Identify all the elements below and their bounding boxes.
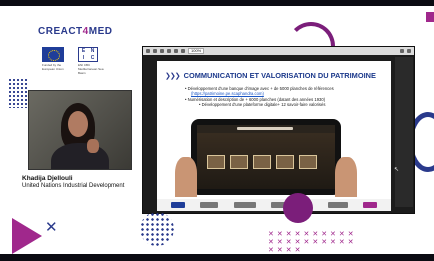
enicbc-letter: I xyxy=(82,54,85,61)
speaker-hand xyxy=(87,139,99,153)
thumbnail xyxy=(276,155,294,169)
enicbc-logo: E N I C ENI CBC Mediterranean Sea Basin xyxy=(78,47,104,75)
tablet-thumbnails xyxy=(207,155,317,169)
brand-title-part2: MED xyxy=(88,26,113,37)
tablet-hand-left xyxy=(175,157,197,197)
footer-logo xyxy=(327,202,348,208)
top-letterbox xyxy=(0,0,434,6)
enicbc-caption: ENI CBC Mediterranean Sea Basin xyxy=(78,63,104,75)
eu-caption: Funded by the European Union xyxy=(42,63,64,71)
speaker-video[interactable] xyxy=(28,90,132,170)
presentation-slide: ❯❯❯ COMMUNICATION ET VALORISATION DU PAT… xyxy=(157,61,391,211)
thumbnail xyxy=(207,155,225,169)
bullet-subitem: • Développement d'une plateforme digital… xyxy=(199,101,326,107)
footer-logo xyxy=(233,202,256,208)
eu-flag-icon xyxy=(42,47,64,62)
decor-circle-bottom xyxy=(283,193,313,223)
decor-dots-left xyxy=(8,78,28,108)
eu-logo: Funded by the European Union xyxy=(42,47,72,71)
tablet-search-bar xyxy=(237,127,293,130)
decor-x-icon: ✕ xyxy=(45,218,58,236)
comment-icon[interactable] xyxy=(407,49,411,53)
enicbc-letter: C xyxy=(90,54,95,61)
print-icon[interactable] xyxy=(160,49,164,53)
decor-square xyxy=(426,12,434,22)
speaker-face xyxy=(68,111,88,137)
meeting-frame: CREACT4MED Funded by the European Union … xyxy=(0,0,434,261)
tablet-header xyxy=(197,125,335,133)
decor-triangle xyxy=(12,218,42,254)
tablet-screen xyxy=(197,125,335,189)
tablet-hand-right xyxy=(335,157,357,197)
slide-title-row: ❯❯❯ COMMUNICATION ET VALORISATION DU PAT… xyxy=(165,71,376,80)
save-icon[interactable] xyxy=(153,49,157,53)
speaker-body xyxy=(51,143,109,169)
footer-logo-eu xyxy=(170,202,185,208)
enicbc-mark: E N I C xyxy=(78,47,98,62)
decor-dots-circle xyxy=(140,212,174,246)
footer-logo xyxy=(363,202,378,208)
search-icon[interactable] xyxy=(167,49,171,53)
slide-bullets: • Développement d'une banque d'image ave… xyxy=(185,86,385,107)
thumbnail xyxy=(299,155,317,169)
brand-title-part1: CREACT xyxy=(38,26,83,37)
thumbnail xyxy=(230,155,248,169)
next-page-icon[interactable] xyxy=(181,49,185,53)
partner-logos: Funded by the European Union E N I C ENI… xyxy=(42,47,104,75)
previous-page-icon[interactable] xyxy=(174,49,178,53)
footer-logo xyxy=(200,202,219,208)
tools-icon[interactable] xyxy=(400,49,404,53)
open-file-icon[interactable] xyxy=(146,49,150,53)
zoom-level[interactable]: 100% xyxy=(188,48,205,54)
viewer-side-panel[interactable] xyxy=(395,57,413,207)
brand-logo: CREACT4MED xyxy=(38,26,112,37)
chevrons-icon: ❯❯❯ xyxy=(165,71,181,80)
tablet-image xyxy=(191,119,341,195)
thumbnail xyxy=(253,155,271,169)
shared-screen[interactable]: 100% ❯❯❯ COMMUNICATION ET VALORISATION D… xyxy=(142,46,415,214)
speaker-name: Khadija Djellouli xyxy=(22,175,73,182)
mouse-cursor-icon: ↖ xyxy=(394,167,400,173)
slide-title: COMMUNICATION ET VALORISATION DU PATRIMO… xyxy=(183,71,376,80)
slide-footer-logos xyxy=(157,199,391,211)
viewer-toolbar: 100% xyxy=(143,47,414,55)
bottom-letterbox xyxy=(0,254,434,261)
speaker-organization: United Nations Industrial Development xyxy=(22,183,125,189)
decor-x-grid: ✕✕✕✕✕✕✕✕✕✕✕✕✕✕✕✕✕✕✕✕✕✕✕✕ xyxy=(268,230,357,254)
